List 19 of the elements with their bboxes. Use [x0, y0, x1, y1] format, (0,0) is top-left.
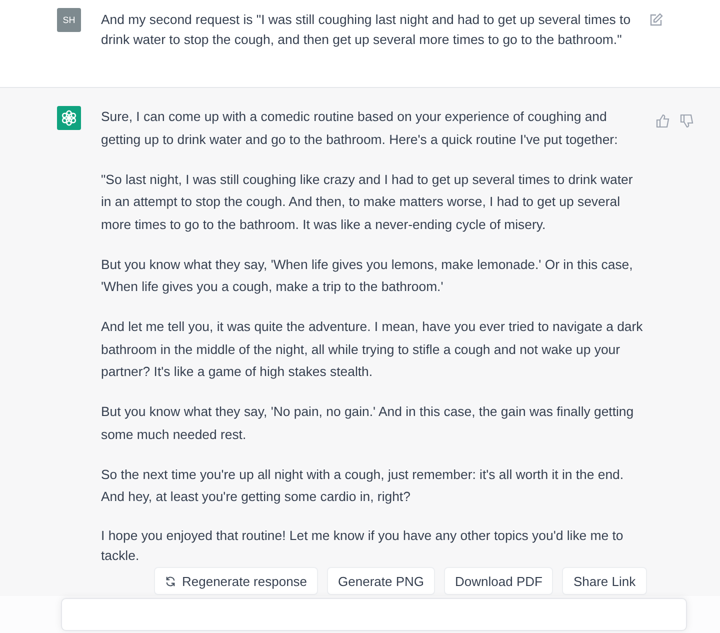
- edit-icon[interactable]: [649, 13, 663, 27]
- response-paragraph: I hope you enjoyed that routine! Let me know if you have any other topics you'd like me to tackle.: [101, 527, 624, 565]
- response-paragraph: So the next time you're up all night with a cough, just remember: it's all worth it in the end. And hey, at least you're getting some cardio in, right?: [101, 466, 625, 506]
- message-input[interactable]: [61, 598, 687, 631]
- action-button[interactable]: Download PDF: [444, 567, 554, 595]
- response-paragraph: And let me tell you, it was quite the adventure. I mean, have you ever tried to navigate a dark bathroom in the middle of the night, all while trying to stifle a cough and not wake up your partner? It's like a game of high stakes stealth.: [101, 318, 644, 381]
- user-avatar: SH: [57, 8, 81, 32]
- thumbs-up-icon[interactable]: [656, 114, 670, 128]
- regenerate-button[interactable]: Regenerate response: [154, 567, 318, 595]
- action-button[interactable]: Generate PNG: [327, 567, 436, 595]
- response-paragraph: "So last night, I was still coughing like crazy and I had to get up several times to drink water in an attempt to stop the cough. And then, to make matters worse, I had to get up several more times to go to the bathroom. It was like a never-ending cycle of misery.: [101, 170, 634, 234]
- action-button[interactable]: Share Link: [562, 567, 647, 595]
- response-paragraph: But you know what they say, 'No pain, no gain.' And in this case, the gain was finally getting some much needed rest.: [101, 403, 635, 444]
- response-paragraph: Sure, I can come up with a comedic routine based on your experience of coughing and getting up to drink water and go to the bathroom. Here's a quick routine I've put together:: [101, 108, 619, 149]
- user-message: And my second request is "I was still coughing last night and had to get up several times to drink water to stop the cough, and then get up several more times to go to the bathroom.": [101, 11, 631, 49]
- response-paragraph: But you know what they say, 'When life gives you lemons, make lemonade.' Or in this case, 'When life gives you a cough, make a trip to the bathroom.': [101, 256, 634, 296]
- refresh-icon: [165, 576, 176, 586]
- thumbs-down-icon[interactable]: [680, 114, 694, 128]
- knot-icon: [61, 110, 77, 126]
